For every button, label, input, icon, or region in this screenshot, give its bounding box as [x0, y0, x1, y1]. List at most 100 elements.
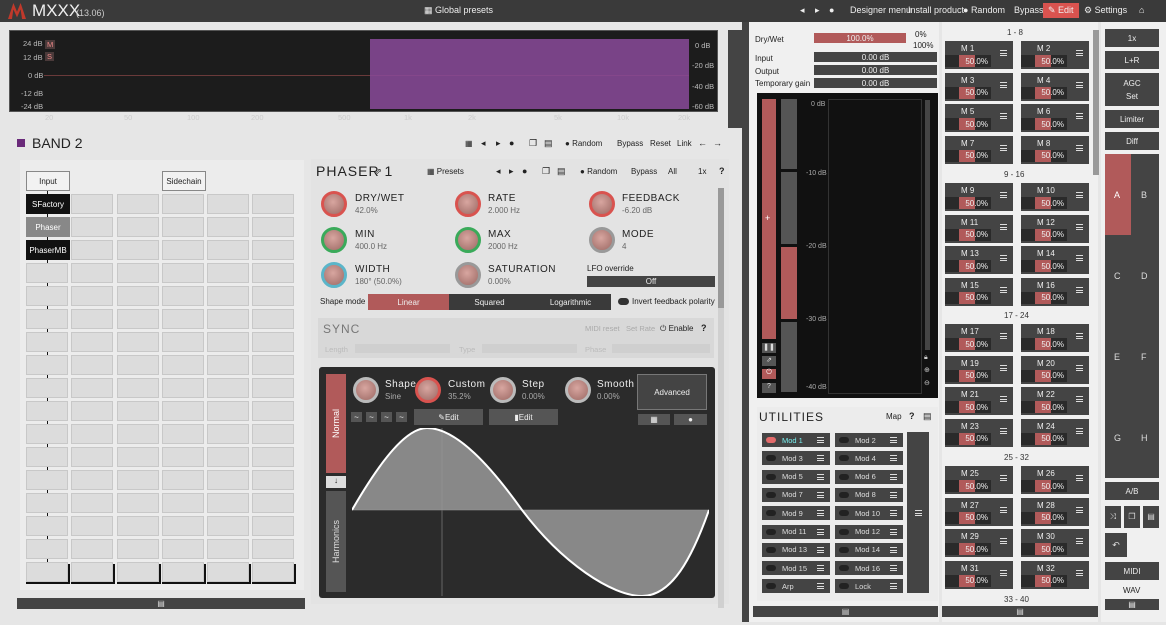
input-node[interactable]: Input	[26, 171, 70, 191]
grid-slot[interactable]	[71, 332, 113, 352]
macro-menu-icon[interactable]	[1076, 427, 1083, 434]
bypass-button[interactable]: Bypass	[1014, 5, 1044, 15]
mod-slot[interactable]: Mod 15	[762, 561, 830, 576]
macro-menu-icon[interactable]	[1000, 192, 1007, 198]
macro-menu-icon[interactable]	[1000, 427, 1007, 434]
grid-slot[interactable]	[71, 194, 113, 214]
lfo-normal-tab[interactable]: Normal	[326, 374, 346, 473]
utilities-collapse-button[interactable]: ▤	[753, 606, 938, 617]
meter-btn-d[interactable]	[781, 322, 797, 392]
max-knob[interactable]	[455, 227, 481, 253]
grid-slot[interactable]	[207, 470, 249, 490]
grid-slot[interactable]	[207, 309, 249, 329]
meter-scrollbar[interactable]	[925, 100, 930, 350]
grid-slot[interactable]	[26, 263, 68, 283]
mod-slot[interactable]: Mod 3	[762, 451, 830, 466]
sync-midi-reset[interactable]: MIDI reset	[585, 324, 620, 333]
macro-knob[interactable]: M 5 50.0%	[945, 104, 1013, 132]
band-selection[interactable]	[370, 39, 689, 109]
grid-slot[interactable]	[252, 217, 294, 237]
rate-knob[interactable]	[455, 191, 481, 217]
grid-slot[interactable]	[207, 493, 249, 513]
grid-slot[interactable]	[117, 447, 159, 467]
grid-slot[interactable]	[71, 539, 113, 559]
feedback-knob[interactable]	[589, 191, 615, 217]
lfo-menu-icon[interactable]: ●	[674, 414, 707, 425]
macro-menu-icon[interactable]	[1000, 538, 1007, 544]
mod-slot[interactable]: Arp	[762, 579, 830, 594]
home-icon[interactable]: ⌂	[1139, 5, 1144, 15]
mod-menu-icon[interactable]	[817, 565, 824, 572]
lfo-down-icon[interactable]: ↓	[326, 476, 346, 488]
grid-slot[interactable]	[252, 401, 294, 421]
zoom-button[interactable]: 1x	[1105, 29, 1159, 47]
macro-menu-icon[interactable]	[1000, 569, 1007, 576]
mod-menu-icon[interactable]	[817, 528, 824, 535]
phaser-zoom-button[interactable]: 1x	[698, 167, 706, 176]
grid-slot[interactable]	[26, 539, 68, 559]
grid-slot[interactable]	[207, 355, 249, 375]
side-collapse-button[interactable]: ▤	[1105, 599, 1159, 610]
macro-menu-icon[interactable]	[1000, 255, 1007, 261]
grid-slot[interactable]	[252, 286, 294, 306]
pause-icon[interactable]: ❚❚	[762, 343, 776, 353]
mod-menu-icon[interactable]	[890, 437, 897, 443]
grid-slot[interactable]	[117, 355, 159, 375]
grid-slot[interactable]	[117, 309, 159, 329]
grid-slot[interactable]	[71, 240, 113, 260]
grid-slot[interactable]	[117, 286, 159, 306]
grid-slot[interactable]	[162, 424, 204, 444]
band-link-button[interactable]: Link	[677, 139, 692, 148]
phaser-paste-icon[interactable]: ▤	[557, 166, 566, 177]
grid-slot[interactable]	[71, 447, 113, 467]
macro-knob[interactable]: M 26 50.0%	[1021, 466, 1089, 494]
grid-slot[interactable]	[26, 378, 68, 398]
grid-slot[interactable]	[207, 539, 249, 559]
paste-icon[interactable]: ▤	[1143, 506, 1159, 528]
saturation-knob[interactable]	[455, 262, 481, 288]
macro-menu-icon[interactable]	[1076, 506, 1083, 513]
mod-slot[interactable]: Mod 10	[835, 506, 903, 521]
utilities-expand-icon[interactable]: ▤	[923, 411, 932, 422]
band-bypass-button[interactable]: Bypass	[617, 139, 643, 148]
mod-slot[interactable]: Mod 16	[835, 561, 903, 576]
mod-menu-icon[interactable]	[890, 583, 897, 590]
scrollbar-thumb[interactable]	[718, 188, 724, 308]
macro-menu-icon[interactable]	[1000, 144, 1007, 151]
grid-slot[interactable]	[207, 286, 249, 306]
grid-slot[interactable]	[117, 378, 159, 398]
shape-preset-3[interactable]: ~	[381, 412, 392, 422]
phaser-prev-icon[interactable]: ◂	[496, 166, 501, 177]
macro-menu-icon[interactable]	[1076, 569, 1083, 576]
macro-menu-icon[interactable]	[1000, 223, 1007, 230]
grid-slot[interactable]	[162, 516, 204, 536]
lfo-waveform[interactable]	[352, 428, 709, 596]
grid-slot[interactable]	[207, 217, 249, 237]
link-icon[interactable]: ⇗	[762, 356, 776, 366]
grid-slot[interactable]	[252, 378, 294, 398]
sync-set-rate[interactable]: Set Rate	[626, 324, 655, 333]
grid-slot[interactable]	[26, 470, 68, 490]
band-prev-icon[interactable]: ◂	[481, 138, 486, 149]
band-grid-icon[interactable]: ▦	[465, 139, 473, 148]
grid-slot[interactable]	[252, 355, 294, 375]
snapshot-h[interactable]: H	[1141, 433, 1148, 443]
grid-slot[interactable]	[162, 217, 204, 237]
grid-slot[interactable]	[71, 263, 113, 283]
macro-knob[interactable]: M 27 50.0%	[945, 497, 1013, 526]
smooth-knob[interactable]	[565, 377, 591, 403]
grid-slot[interactable]	[71, 562, 113, 582]
grid-slot[interactable]	[207, 424, 249, 444]
grid-slot[interactable]	[71, 355, 113, 375]
mod-slot[interactable]: Mod 14	[835, 542, 903, 557]
macro-menu-icon[interactable]	[1076, 255, 1083, 261]
band-next-icon[interactable]: ▸	[496, 138, 501, 149]
phaser-next-icon[interactable]: ▸	[509, 166, 514, 177]
grid-slot[interactable]	[71, 401, 113, 421]
diff-button[interactable]: Diff	[1105, 132, 1159, 150]
macro-menu-icon[interactable]	[1076, 81, 1083, 88]
lfo-override-dropdown[interactable]: Off	[587, 276, 715, 287]
mod-menu-icon[interactable]	[817, 473, 824, 480]
mod-slot[interactable]: Mod 4	[835, 451, 903, 466]
grid-slot[interactable]	[162, 332, 204, 352]
